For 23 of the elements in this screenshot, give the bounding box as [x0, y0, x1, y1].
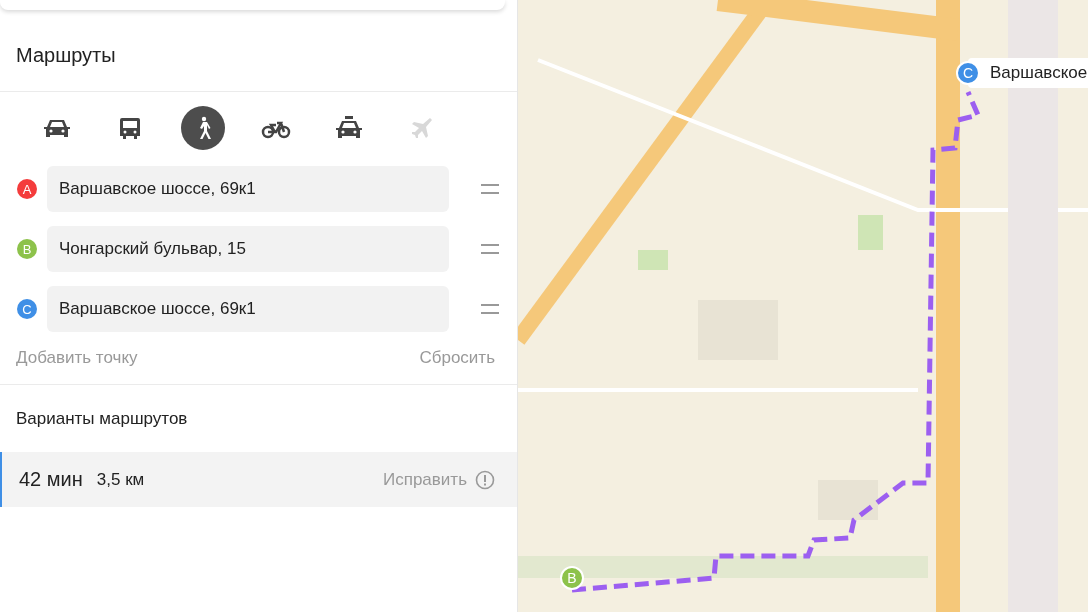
bus-icon	[119, 116, 141, 140]
waypoint-field[interactable]: Варшавское шоссе, 69к1	[47, 286, 449, 332]
route-option[interactable]: 42 мин 3,5 км Исправить	[0, 452, 517, 507]
waypoint-field[interactable]: Чонгарский бульвар, 15	[47, 226, 449, 272]
reset-link[interactable]: Сбросить	[419, 348, 495, 368]
drag-handle-icon[interactable]	[481, 304, 499, 314]
section-title: Варианты маршрутов	[15, 408, 189, 430]
route-distance: 3,5 км	[96, 469, 146, 490]
drag-handle-icon[interactable]	[481, 184, 499, 194]
add-point-link[interactable]: Добавить точку	[16, 348, 138, 368]
panel-title: Маршруты	[15, 43, 117, 68]
waypoint-badge: C	[17, 299, 37, 319]
warning-icon	[475, 469, 495, 490]
drag-handle-icon[interactable]	[481, 244, 499, 254]
fix-link[interactable]: Исправить	[383, 469, 467, 490]
airplane-icon	[410, 116, 434, 140]
taxi-icon	[335, 116, 363, 140]
route-duration: 42 мин	[19, 468, 83, 491]
travel-mode-tab[interactable]	[181, 106, 225, 150]
car-icon	[43, 117, 71, 139]
waypoint-field[interactable]: Варшавское шоссе, 69к1	[47, 166, 449, 212]
waypoint-badge: B	[17, 239, 37, 259]
waypoint-badge: A	[17, 179, 37, 199]
